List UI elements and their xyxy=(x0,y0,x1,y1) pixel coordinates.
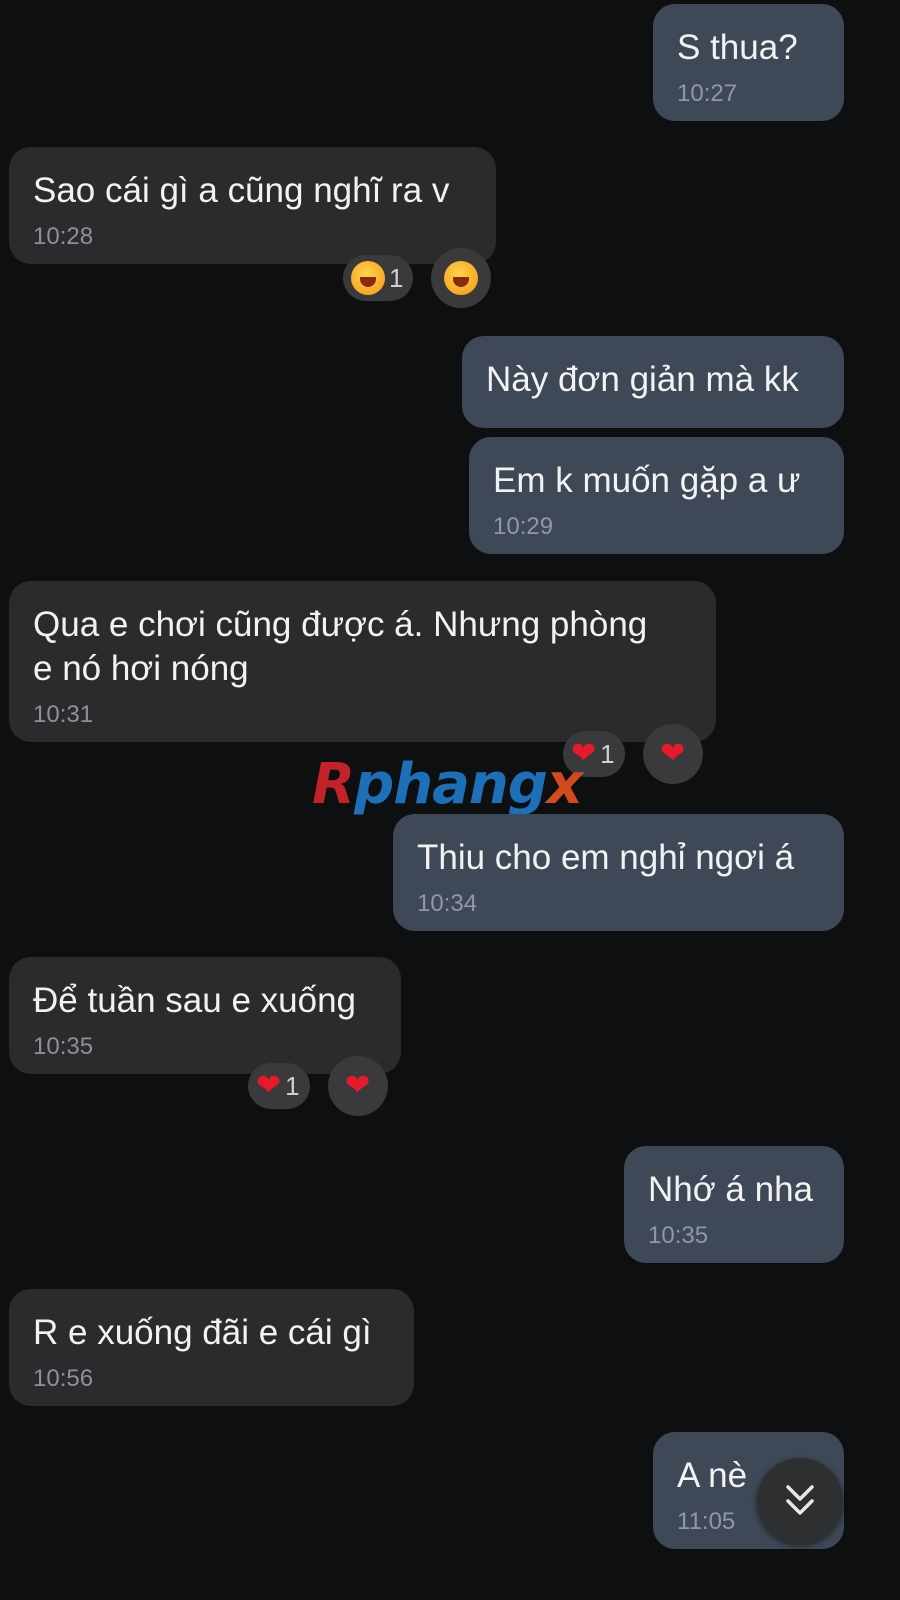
reaction-count: 1 xyxy=(389,262,404,293)
reaction-pill[interactable]: ❤ 1 xyxy=(248,1063,310,1109)
message-text: R e xuống đãi e cái gì xyxy=(33,1313,372,1352)
heart-icon: ❤ xyxy=(660,736,686,771)
chat-conversation: S thua? 10:27 Sao cái gì a cũng nghĩ ra … xyxy=(0,0,900,1600)
message-time: 10:27 xyxy=(677,80,738,107)
add-reaction-button[interactable]: ❤ xyxy=(327,1056,388,1116)
message-text: Em k muốn gặp a ư xyxy=(493,461,801,500)
laughing-face-icon xyxy=(444,261,479,295)
message-bubble-incoming[interactable]: R e xuống đãi e cái gì 10:56 xyxy=(9,1289,414,1406)
message-bubble-outgoing[interactable]: S thua? 10:27 xyxy=(653,4,844,121)
message-text: Để tuần sau e xuống xyxy=(33,981,357,1020)
heart-icon: ❤ xyxy=(256,1068,282,1103)
message-time: 10:29 xyxy=(493,513,554,540)
message-text: Thiu cho em nghỉ ngơi á xyxy=(417,838,795,877)
message-bubble-outgoing[interactable]: Thiu cho em nghỉ ngơi á 10:34 xyxy=(393,814,844,931)
message-text: Qua e chơi cũng được á. Nhưng phòng e nó… xyxy=(33,605,648,688)
add-reaction-button[interactable]: ❤ xyxy=(642,724,703,784)
message-reactions: ❤ 1 ❤ xyxy=(248,1056,388,1116)
message-time: 10:34 xyxy=(417,890,478,917)
message-time: 10:28 xyxy=(33,223,94,250)
heart-icon: ❤ xyxy=(345,1068,371,1103)
message-bubble-outgoing[interactable]: Nhớ á nha 10:35 xyxy=(624,1146,844,1263)
message-bubble-outgoing[interactable]: Em k muốn gặp a ư 10:29 xyxy=(469,437,844,554)
message-text: Này đơn giản mà kk xyxy=(486,360,799,399)
message-reactions: 1 xyxy=(343,248,492,308)
watermark-logo: Rphangx xyxy=(312,752,583,817)
message-bubble-outgoing[interactable]: Này đơn giản mà kk xyxy=(462,336,844,428)
message-text: Nhớ á nha xyxy=(648,1170,814,1209)
message-time: 10:56 xyxy=(33,1365,94,1392)
scroll-to-bottom-button[interactable] xyxy=(757,1458,843,1544)
message-time: 10:35 xyxy=(648,1222,709,1249)
reaction-count: 1 xyxy=(600,738,615,769)
message-bubble-incoming[interactable]: Qua e chơi cũng được á. Nhưng phòng e nó… xyxy=(9,581,716,742)
laughing-face-icon xyxy=(351,261,385,295)
message-text: Sao cái gì a cũng nghĩ ra v xyxy=(33,171,450,210)
double-chevron-down-icon xyxy=(786,1485,814,1515)
add-reaction-button[interactable] xyxy=(431,248,492,308)
message-reactions: ❤ 1 ❤ xyxy=(563,724,703,784)
reaction-pill[interactable]: 1 xyxy=(343,255,414,301)
reaction-count: 1 xyxy=(285,1070,300,1101)
message-text: S thua? xyxy=(677,28,798,67)
message-bubble-incoming[interactable]: Sao cái gì a cũng nghĩ ra v 10:28 xyxy=(9,147,496,264)
